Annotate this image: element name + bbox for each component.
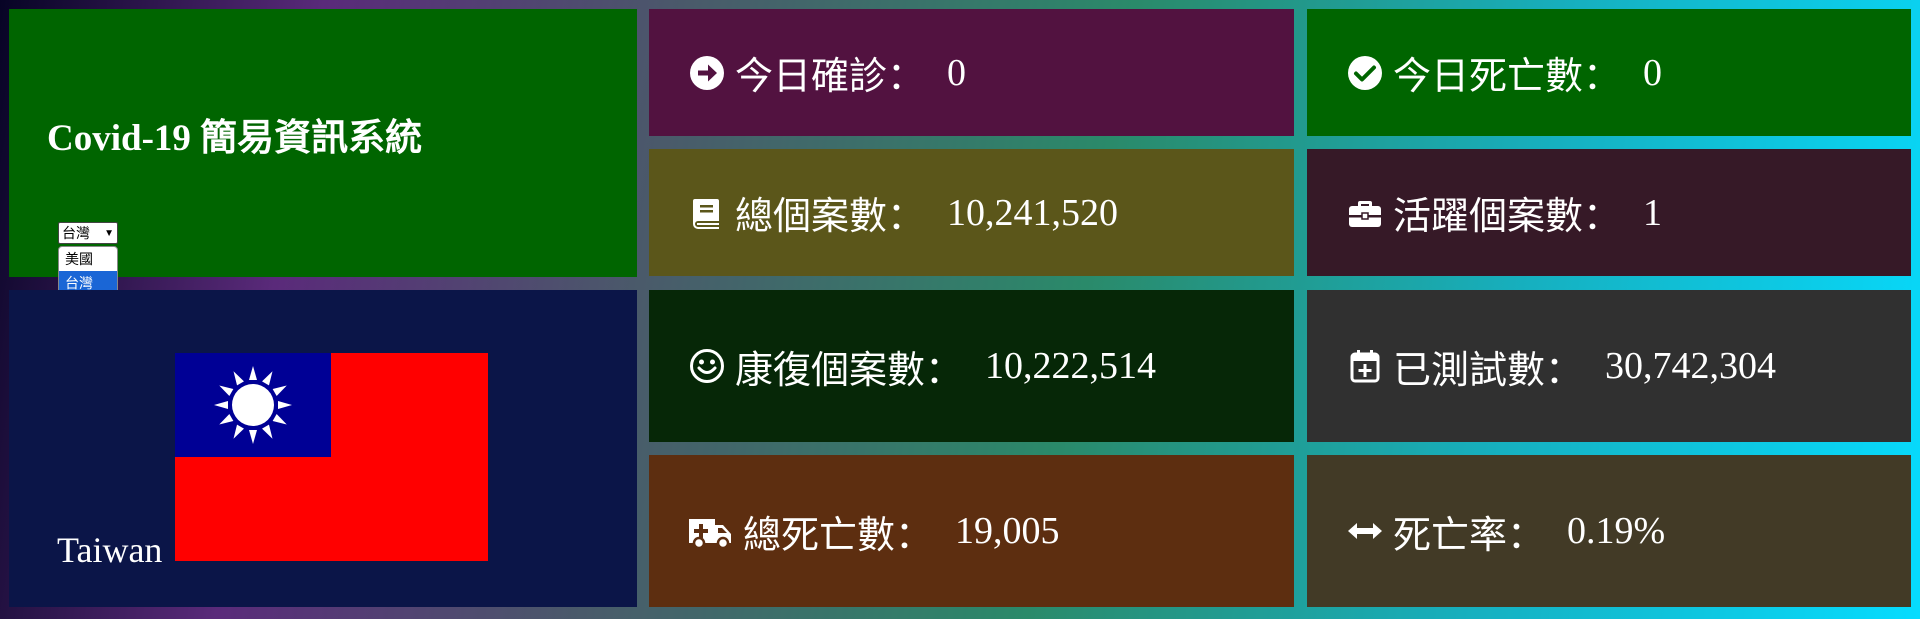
check-circle-icon <box>1345 53 1385 93</box>
country-select[interactable]: 台灣 ▼ <box>58 222 118 244</box>
ambulance-icon <box>687 511 735 551</box>
white-sun-icon <box>214 366 292 444</box>
stat-value: 0 <box>947 51 967 94</box>
country-select-value: 台灣 <box>62 225 90 241</box>
taiwan-flag <box>175 353 488 561</box>
stat-death-rate: 死亡率： 0.19% <box>1307 455 1911 607</box>
smile-icon <box>687 346 727 386</box>
stat-label: 今日死亡數： <box>1393 56 1622 98</box>
briefcase-icon <box>1345 193 1385 233</box>
arrows-h-icon <box>1345 511 1385 551</box>
stat-tests: 已測試數： 30,742,304 <box>1307 290 1911 442</box>
stat-recovered: 康復個案數： 10,222,514 <box>649 290 1294 442</box>
flag-panel: Taiwan <box>9 290 637 607</box>
stat-label: 總死亡數： <box>743 514 934 557</box>
stat-value: 0.19% <box>1567 510 1666 552</box>
stat-label: 活躍個案數： <box>1393 196 1622 238</box>
stat-value: 10,241,520 <box>947 191 1119 234</box>
header-panel: Covid-19 簡易資訊系統 台灣 ▼ 美國 台灣 日本 印度 <box>9 9 637 344</box>
page-title: Covid-19 簡易資訊系統 <box>47 118 423 159</box>
stat-value: 30,742,304 <box>1605 345 1777 387</box>
stat-value: 0 <box>1643 51 1663 94</box>
stat-total-cases: 總個案數： 10,241,520 <box>649 149 1294 276</box>
chevron-down-icon: ▼ <box>104 227 114 239</box>
stat-today-cases: 今日確診： 0 <box>649 9 1294 136</box>
book-icon <box>687 193 727 233</box>
stat-label: 死亡率： <box>1393 514 1546 557</box>
stat-total-deaths: 總死亡數： 19,005 <box>649 455 1294 607</box>
stat-label: 總個案數： <box>735 196 926 238</box>
calendar-plus-icon <box>1345 346 1385 386</box>
stat-value: 10,222,514 <box>985 345 1157 387</box>
stat-label: 康復個案數： <box>735 349 964 392</box>
stat-value: 19,005 <box>955 510 1060 552</box>
stat-label: 已測試數： <box>1393 349 1584 392</box>
stat-active-cases: 活躍個案數： 1 <box>1307 149 1911 276</box>
arrow-circle-right-icon <box>687 53 727 93</box>
country-name: Taiwan <box>57 530 163 570</box>
country-option-us[interactable]: 美國 <box>59 247 117 271</box>
flag-canton <box>175 353 331 457</box>
stat-label: 今日確診： <box>735 56 926 98</box>
stat-today-deaths: 今日死亡數： 0 <box>1307 9 1911 136</box>
stat-value: 1 <box>1643 191 1663 234</box>
